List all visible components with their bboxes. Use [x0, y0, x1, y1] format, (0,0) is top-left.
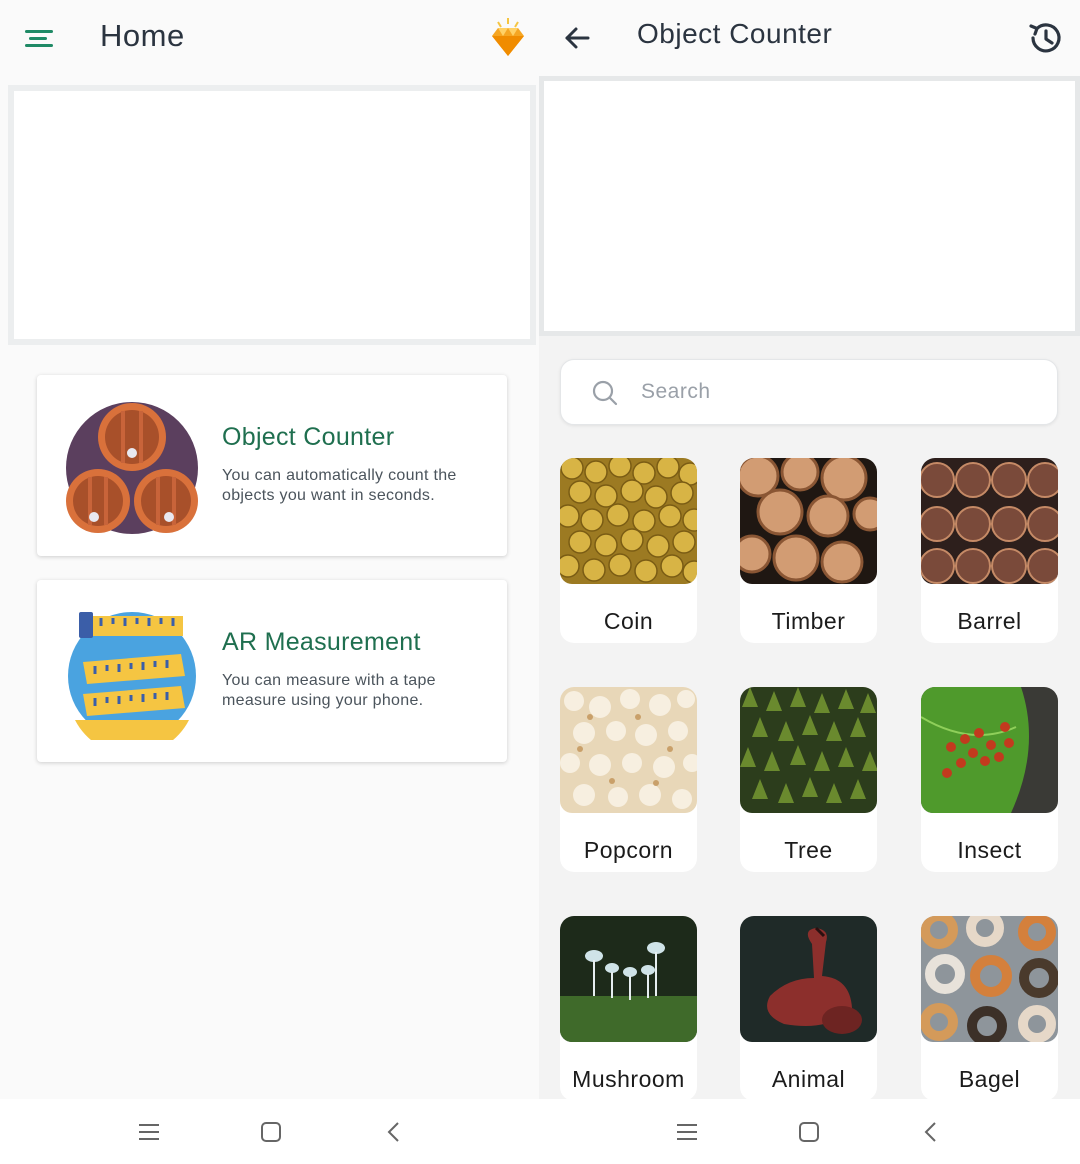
- ar-measurement-card[interactable]: AR Measurement You can measure with a ta…: [37, 580, 507, 762]
- category-animal[interactable]: Animal: [740, 916, 877, 1101]
- nav-back-icon[interactable]: [379, 1117, 409, 1147]
- recents-icon[interactable]: [672, 1117, 702, 1147]
- category-popcorn[interactable]: Popcorn: [560, 687, 697, 872]
- category-insect[interactable]: Insect: [921, 687, 1058, 872]
- category-label: Animal: [771, 1066, 846, 1092]
- insect-image: [921, 687, 1058, 813]
- card-description: You can automatically count the objects …: [222, 467, 457, 504]
- bagel-image: [921, 916, 1058, 1042]
- category-timber[interactable]: Timber: [740, 458, 877, 643]
- back-arrow-icon[interactable]: [561, 22, 593, 54]
- category-coin[interactable]: Coin: [560, 458, 697, 643]
- home-screen: Home Object Counter You can automaticall…: [0, 0, 539, 1164]
- animal-image: [740, 916, 877, 1042]
- history-icon[interactable]: [1025, 18, 1065, 58]
- nav-back-icon[interactable]: [916, 1117, 946, 1147]
- card-description: You can measure with a tape measure usin…: [222, 672, 436, 709]
- category-label: Coin: [603, 608, 654, 634]
- category-label: Mushroom: [572, 1066, 685, 1092]
- category-barrel[interactable]: Barrel: [921, 458, 1058, 643]
- object-counter-header: Object Counter: [539, 0, 1080, 76]
- recents-icon[interactable]: [134, 1117, 164, 1147]
- category-label: Bagel: [958, 1066, 1021, 1092]
- ad-banner: [8, 85, 536, 345]
- category-tree[interactable]: Tree: [740, 687, 877, 872]
- object-counter-screen: Object Counter Search Coin Timber Barrel…: [539, 0, 1080, 1164]
- page-title: Object Counter: [637, 18, 833, 49]
- card-title: Object Counter: [222, 423, 395, 451]
- object-counter-card[interactable]: Object Counter You can automatically cou…: [37, 375, 507, 556]
- search-bar[interactable]: [560, 359, 1058, 425]
- category-mushroom[interactable]: Mushroom: [560, 916, 697, 1101]
- category-label: Timber: [771, 608, 846, 634]
- tree-image: [740, 687, 877, 813]
- coin-image: [560, 458, 697, 584]
- barrels-icon: [66, 402, 198, 534]
- category-label: Insect: [957, 837, 1022, 863]
- barrel-image: [921, 458, 1058, 584]
- search-icon: [592, 380, 618, 406]
- tape-measure-icon: [68, 612, 196, 740]
- popcorn-image: [560, 687, 697, 813]
- system-nav-bar: [539, 1099, 1080, 1164]
- menu-icon[interactable]: [22, 24, 56, 52]
- category-label: Barrel: [957, 608, 1022, 634]
- mushroom-image: [560, 916, 697, 1042]
- card-title: AR Measurement: [222, 628, 421, 656]
- home-header: Home: [0, 0, 539, 78]
- category-label: Popcorn: [583, 837, 674, 863]
- category-bagel[interactable]: Bagel: [921, 916, 1058, 1101]
- home-icon[interactable]: [256, 1117, 286, 1147]
- timber-image: [740, 458, 877, 584]
- page-title: Home: [100, 18, 185, 53]
- ad-banner: [539, 76, 1080, 336]
- category-label: Tree: [784, 837, 833, 863]
- home-icon[interactable]: [794, 1117, 824, 1147]
- system-nav-bar: [0, 1099, 539, 1164]
- gem-icon[interactable]: [486, 16, 530, 62]
- search-input[interactable]: [641, 374, 1021, 410]
